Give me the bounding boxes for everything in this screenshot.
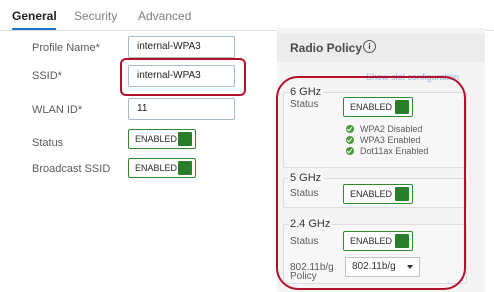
broadcast-toggle-text: ENABLED [135,163,178,173]
ssid-label: SSID* [32,70,62,82]
broadcast-ssid-toggle[interactable]: ENABLED [128,158,196,178]
status-label: Status [32,137,64,149]
toggle-knob [178,132,192,146]
tab-general[interactable]: General [12,9,57,23]
profile-name-input[interactable]: internal-WPA3 [128,36,235,58]
profile-name-label: Profile Name* [32,42,100,54]
active-tab-indicator [12,28,56,30]
radio-policy-highlight-box [276,76,466,290]
wlan-id-input[interactable]: 11 [128,98,235,120]
status-toggle-text: ENABLED [135,134,178,144]
ssid-highlight-box [120,58,246,96]
wlan-id-label: WLAN ID* [32,104,83,116]
radio-policy-title: Radio Policy [290,41,363,55]
toggle-knob [178,161,192,175]
broadcast-ssid-label: Broadcast SSID [32,163,111,175]
info-icon[interactable]: i [363,40,376,53]
status-toggle[interactable]: ENABLED [128,129,196,149]
tab-security[interactable]: Security [74,9,117,23]
tab-advanced[interactable]: Advanced [138,9,191,23]
tab-bar: General Security Advanced [0,0,494,31]
